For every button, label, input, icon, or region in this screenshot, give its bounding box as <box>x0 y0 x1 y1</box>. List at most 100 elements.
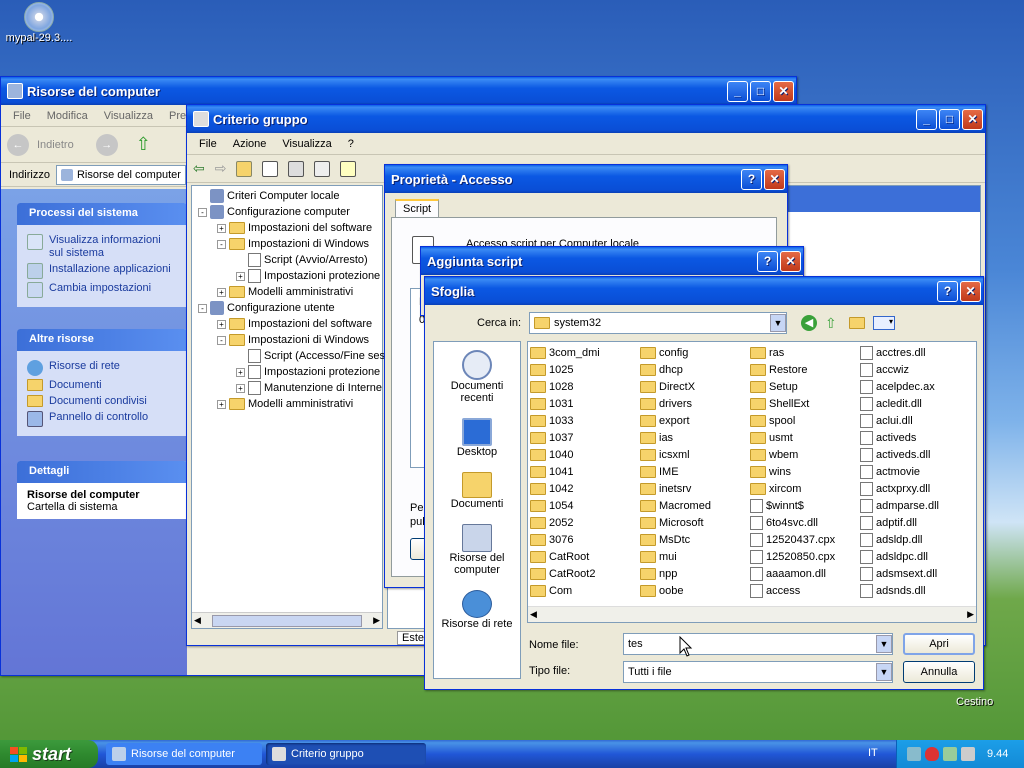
minimize-button[interactable]: _ <box>727 80 748 102</box>
place-computer[interactable]: Risorse del computer <box>434 524 520 576</box>
menu-edit[interactable]: Modifica <box>39 110 96 122</box>
file-item[interactable]: CatRoot <box>530 548 640 565</box>
menu-view[interactable]: Visualizza <box>96 110 161 122</box>
file-item[interactable]: 1040 <box>530 446 640 463</box>
menu-file[interactable]: File <box>191 138 225 150</box>
expand-icon[interactable]: + <box>236 367 245 377</box>
title-bar[interactable]: Aggiunta script ? ✕ <box>421 247 803 275</box>
expand-icon[interactable]: + <box>236 271 245 281</box>
recycle-bin-label[interactable]: Cestino <box>956 696 993 708</box>
back-arrow-icon[interactable]: ← <box>7 133 29 156</box>
file-item[interactable]: dhcp <box>640 361 750 378</box>
file-item[interactable]: wbem <box>750 446 860 463</box>
file-item[interactable]: Microsoft <box>640 514 750 531</box>
file-item[interactable]: aclui.dll <box>860 412 968 429</box>
open-button[interactable]: Apri <box>903 633 975 655</box>
network-link[interactable]: Risorse di rete <box>27 360 177 376</box>
scroll-left-icon[interactable]: ◀ <box>530 609 537 620</box>
export-icon[interactable] <box>314 160 331 177</box>
install-apps-link[interactable]: Installazione applicazioni <box>27 263 177 279</box>
menu-view[interactable]: Visualizza <box>274 138 339 150</box>
chevron-down-icon[interactable]: ▼ <box>876 635 892 653</box>
tree-node[interactable]: Script (Avvio/Arresto) <box>194 252 380 268</box>
tree-node[interactable]: + Impostazioni del software <box>194 220 380 236</box>
show-tree-icon[interactable] <box>262 160 279 177</box>
properties-icon[interactable] <box>288 160 305 177</box>
close-button[interactable]: ✕ <box>773 80 794 102</box>
file-item[interactable]: icsxml <box>640 446 750 463</box>
panel-title[interactable]: Processi del sistema <box>17 203 187 225</box>
file-item[interactable]: admparse.dll <box>860 497 968 514</box>
menu-file[interactable]: File <box>5 110 39 122</box>
file-item[interactable]: 3076 <box>530 531 640 548</box>
tree-node[interactable]: + Impostazioni del software <box>194 316 380 332</box>
chevron-down-icon[interactable]: ▼ <box>770 314 786 332</box>
tree-node[interactable]: + Manutenzione di Interne <box>194 380 382 396</box>
title-bar[interactable]: Sfoglia ? ✕ <box>425 277 983 305</box>
file-item[interactable]: 2052 <box>530 514 640 531</box>
place-documents[interactable]: Documenti <box>434 472 520 510</box>
new-folder-icon[interactable] <box>849 317 865 329</box>
back-icon[interactable]: ⇦ <box>193 160 205 177</box>
tree-node[interactable]: - Configurazione computer <box>194 204 380 220</box>
file-item[interactable]: wins <box>750 463 860 480</box>
file-item[interactable]: IME <box>640 463 750 480</box>
file-item[interactable]: adsmsext.dll <box>860 565 968 582</box>
file-item[interactable]: spool <box>750 412 860 429</box>
file-item[interactable]: Macromed <box>640 497 750 514</box>
file-item[interactable]: accwiz <box>860 361 968 378</box>
forward-icon[interactable]: ⇨ <box>215 160 227 177</box>
title-bar[interactable]: Criterio gruppo _ □ ✕ <box>187 105 985 133</box>
lookin-select[interactable]: system32 ▼ <box>529 312 787 334</box>
security-shield-icon[interactable] <box>925 747 939 761</box>
tree-node[interactable]: + Impostazioni protezione <box>194 364 380 380</box>
task-my-computer[interactable]: Risorse del computer <box>106 743 262 765</box>
back-icon[interactable]: ◀ <box>801 315 817 331</box>
help-button[interactable]: ? <box>937 280 958 302</box>
file-item[interactable]: activeds <box>860 429 968 446</box>
file-item[interactable]: 1054 <box>530 497 640 514</box>
file-item[interactable]: 6to4svc.dll <box>750 514 860 531</box>
panel-title[interactable]: Altre risorse <box>17 329 187 351</box>
volume-icon[interactable] <box>961 747 975 761</box>
file-item[interactable]: adptif.dll <box>860 514 968 531</box>
file-item[interactable]: 1041 <box>530 463 640 480</box>
expand-icon[interactable]: + <box>217 223 226 233</box>
file-item[interactable]: xircom <box>750 480 860 497</box>
file-item[interactable]: 1028 <box>530 378 640 395</box>
up-folder-icon[interactable]: ⇧ <box>136 134 151 155</box>
file-item[interactable]: Setup <box>750 378 860 395</box>
expand-icon[interactable]: + <box>217 399 226 409</box>
tree-node[interactable]: + Impostazioni protezione <box>194 268 380 284</box>
cancel-button[interactable]: Annulla <box>903 661 975 683</box>
place-desktop[interactable]: Desktop <box>434 418 520 458</box>
file-item[interactable]: adsldp.dll <box>860 531 968 548</box>
help-button[interactable]: ? <box>757 250 778 272</box>
help-icon[interactable] <box>340 160 357 177</box>
file-item[interactable]: actxprxy.dll <box>860 480 968 497</box>
file-item[interactable]: inetsrv <box>640 480 750 497</box>
file-item[interactable]: ras <box>750 344 860 361</box>
shared-docs-link[interactable]: Documenti condivisi <box>27 395 177 408</box>
file-item[interactable]: MsDtc <box>640 531 750 548</box>
file-item[interactable]: acelpdec.ax <box>860 378 968 395</box>
help-button[interactable]: ? <box>741 168 762 190</box>
horizontal-scrollbar[interactable]: ◀ ▶ <box>528 606 976 622</box>
place-recent[interactable]: Documenti recenti <box>434 350 520 404</box>
menu-action[interactable]: Azione <box>225 138 275 150</box>
network-tray-icon[interactable] <box>907 747 921 761</box>
scroll-thumb[interactable] <box>212 614 362 627</box>
place-network[interactable]: Risorse di rete <box>434 590 520 630</box>
control-panel-link[interactable]: Pannello di controllo <box>27 411 177 427</box>
file-item[interactable]: Restore <box>750 361 860 378</box>
file-item[interactable]: config <box>640 344 750 361</box>
system-info-link[interactable]: Visualizza informazioni sul sistema <box>27 234 177 260</box>
file-item[interactable]: 1031 <box>530 395 640 412</box>
file-item[interactable]: Com <box>530 582 640 599</box>
file-item[interactable]: export <box>640 412 750 429</box>
panel-title[interactable]: Dettagli <box>17 461 187 483</box>
file-item[interactable]: $winnt$ <box>750 497 860 514</box>
chevron-down-icon[interactable]: ▼ <box>876 663 892 681</box>
file-item[interactable]: 3com_dmi <box>530 344 640 361</box>
file-item[interactable]: 1025 <box>530 361 640 378</box>
